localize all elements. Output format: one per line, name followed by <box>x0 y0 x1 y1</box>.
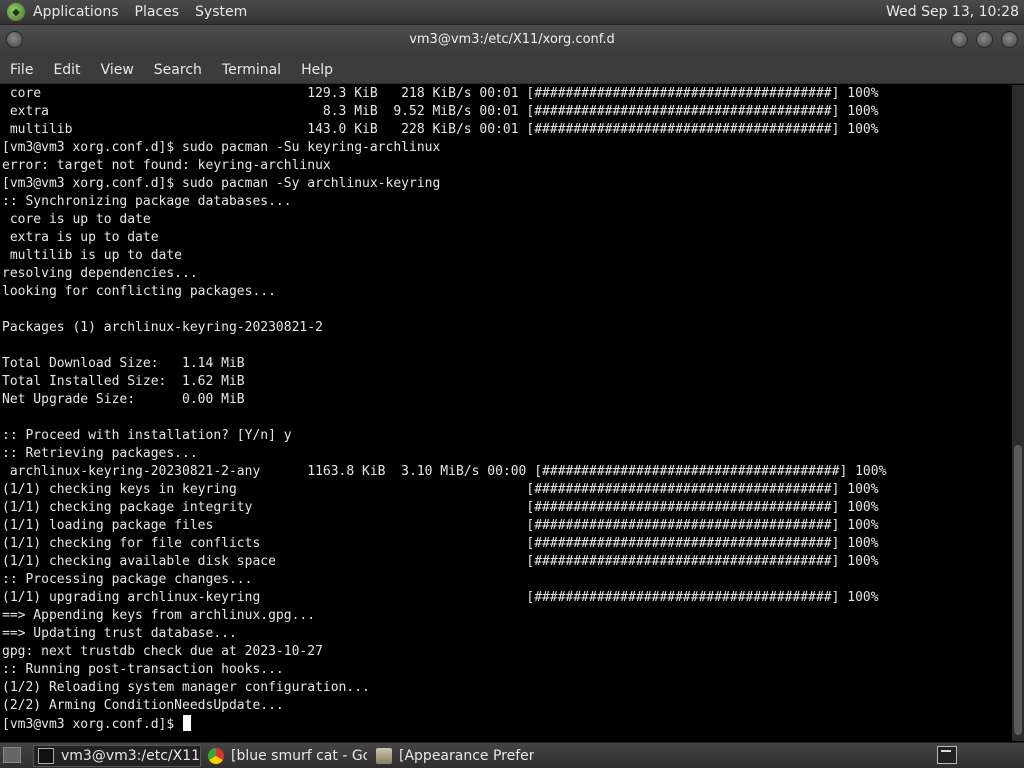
menu-search[interactable]: Search <box>144 62 212 78</box>
terminal-line: multilib is up to date <box>2 248 183 263</box>
terminal-line: ==> Updating trust database... <box>2 626 237 641</box>
menu-view[interactable]: View <box>91 62 144 78</box>
terminal-line: (1/1) checking package integrity [######… <box>2 500 879 515</box>
terminal-line: :: Processing package changes... <box>2 572 253 587</box>
menu-help[interactable]: Help <box>291 62 343 78</box>
terminal-line: [vm3@vm3 xorg.conf.d]$ <box>2 715 192 733</box>
applications-menu[interactable]: Applications <box>33 4 119 20</box>
terminal-line: :: Running post-transaction hooks... <box>2 662 284 677</box>
window-titlebar[interactable]: vm3@vm3:/etc/X11/xorg.conf.d <box>0 25 1024 56</box>
terminal-icon <box>38 748 54 764</box>
terminal-line: [vm3@vm3 xorg.conf.d]$ sudo pacman -Su k… <box>2 140 441 155</box>
terminal-line: Total Download Size: 1.14 MiB <box>2 356 245 371</box>
terminal-line: multilib 143.0 KiB 228 KiB/s 00:01 [####… <box>2 122 879 137</box>
menu-edit[interactable]: Edit <box>43 62 90 78</box>
terminal-output[interactable]: core 129.3 KiB 218 KiB/s 00:01 [########… <box>0 85 1012 741</box>
maximize-button[interactable] <box>976 31 993 48</box>
tray-terminal-icon[interactable] <box>937 746 957 764</box>
terminal-line: extra is up to date <box>2 230 159 245</box>
taskbar-item-label: [blue smurf cat - Go... <box>231 748 367 764</box>
terminal-line: (1/1) checking keys in keyring [########… <box>2 482 879 497</box>
window-title: vm3@vm3:/etc/X11/xorg.conf.d <box>409 32 615 47</box>
terminal-line: :: Retrieving packages... <box>2 446 198 461</box>
terminal-line: core 129.3 KiB 218 KiB/s 00:01 [########… <box>2 86 879 101</box>
places-menu[interactable]: Places <box>135 4 180 20</box>
terminal-line: Net Upgrade Size: 0.00 MiB <box>2 392 245 407</box>
menu-file[interactable]: File <box>0 62 43 78</box>
terminal-line: resolving dependencies... <box>2 266 198 281</box>
terminal-line: error: target not found: keyring-archlin… <box>2 158 331 173</box>
terminal-line: (1/1) upgrading archlinux-keyring [#####… <box>2 590 879 605</box>
terminal-line: core is up to date <box>2 212 151 227</box>
distro-logo-icon[interactable]: ◆ <box>7 3 25 21</box>
terminal-line: looking for conflicting packages... <box>2 284 276 299</box>
terminal-line: (1/2) Reloading system manager configura… <box>2 680 370 695</box>
terminal-line: (1/1) checking for file conflicts [#####… <box>2 536 879 551</box>
terminal-line: :: Synchronizing package databases... <box>2 194 292 209</box>
terminal-line: [vm3@vm3 xorg.conf.d]$ sudo pacman -Sy a… <box>2 176 441 191</box>
terminal-line: archlinux-keyring-20230821-2-any 1163.8 … <box>2 464 887 479</box>
taskbar-item-label: [Appearance Prefer... <box>399 748 534 764</box>
panel-clock[interactable]: Wed Sep 13, 10:28 <box>886 4 1019 20</box>
minimize-button[interactable] <box>951 31 968 48</box>
scrollbar-thumb[interactable] <box>1014 445 1022 735</box>
terminal-line: (2/2) Arming ConditionNeedsUpdate... <box>2 698 284 713</box>
terminal-line: :: Proceed with installation? [Y/n] y <box>2 428 292 443</box>
taskbar-item-label: vm3@vm3:/etc/X11/... <box>61 748 201 764</box>
show-desktop-icon[interactable] <box>3 747 21 763</box>
terminal-line: Total Installed Size: 1.62 MiB <box>2 374 245 389</box>
terminal-line: (1/1) loading package files [###########… <box>2 518 879 533</box>
terminal-scrollbar[interactable] <box>1012 85 1024 741</box>
top-panel: ◆ Applications Places System Wed Sep 13,… <box>0 0 1024 25</box>
terminal-menubar: File Edit View Search Terminal Help <box>0 56 1024 84</box>
menu-terminal[interactable]: Terminal <box>212 62 291 78</box>
close-button[interactable] <box>1001 31 1018 48</box>
terminal-line: (1/1) checking available disk space [###… <box>2 554 879 569</box>
taskbar-item-appearance[interactable]: [Appearance Prefer... <box>372 745 534 767</box>
terminal-cursor <box>183 715 192 731</box>
taskbar-item-browser[interactable]: [blue smurf cat - Go... <box>204 745 367 767</box>
appearance-icon <box>376 748 392 764</box>
bottom-panel: vm3@vm3:/etc/X11/... [blue smurf cat - G… <box>0 742 1024 768</box>
taskbar-item-terminal[interactable]: vm3@vm3:/etc/X11/... <box>33 745 201 767</box>
terminal-line: Packages (1) archlinux-keyring-20230821-… <box>2 320 323 335</box>
chrome-icon <box>208 748 224 764</box>
terminal-line: ==> Appending keys from archlinux.gpg... <box>2 608 316 623</box>
terminal-line: gpg: next trustdb check due at 2023-10-2… <box>2 644 323 659</box>
terminal-line: extra 8.3 MiB 9.52 MiB/s 00:01 [########… <box>2 104 879 119</box>
system-menu[interactable]: System <box>195 4 247 20</box>
